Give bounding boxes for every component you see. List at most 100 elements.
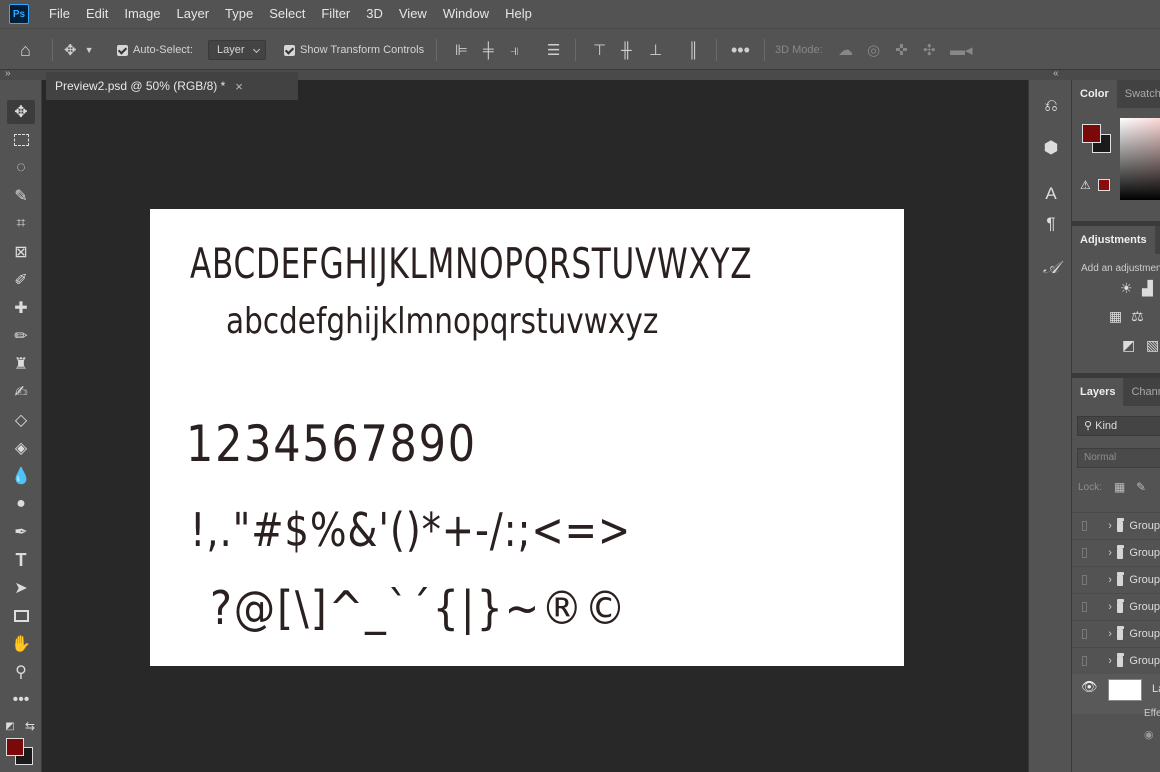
- layer-row[interactable]: › Group: [1072, 539, 1160, 566]
- menu-filter[interactable]: Filter: [313, 0, 358, 28]
- blur-tool-icon[interactable]: 💧: [7, 464, 35, 488]
- color-balance-icon[interactable]: ⚖: [1131, 308, 1144, 325]
- align-top-icon[interactable]: ⊤: [593, 29, 606, 71]
- dodge-tool-icon[interactable]: ●: [7, 492, 35, 516]
- 3d-roll-icon[interactable]: ◎: [867, 29, 880, 71]
- brightness-contrast-icon[interactable]: ☀: [1120, 280, 1133, 297]
- rectangle-tool-icon[interactable]: [7, 604, 35, 628]
- menu-view[interactable]: View: [391, 0, 435, 28]
- chevron-right-icon[interactable]: ›: [1108, 547, 1112, 559]
- chevron-right-icon[interactable]: ›: [1108, 628, 1112, 640]
- visibility-toggle[interactable]: [1082, 521, 1088, 531]
- distribute-vertical-icon[interactable]: ║: [688, 29, 699, 71]
- paragraph-panel-icon[interactable]: ¶: [1037, 210, 1065, 238]
- auto-select-checkbox[interactable]: Auto-Select:: [117, 29, 193, 71]
- lock-image-pixels-icon[interactable]: ✎: [1136, 480, 1146, 494]
- distribute-horizontal-icon[interactable]: ☰: [547, 29, 560, 71]
- layer-row[interactable]: › Group: [1072, 620, 1160, 647]
- menu-image[interactable]: Image: [116, 0, 168, 28]
- zoom-tool-icon[interactable]: ⚲: [7, 660, 35, 684]
- foreground-color-swatch[interactable]: [6, 738, 24, 756]
- visibility-toggle[interactable]: [1082, 629, 1088, 639]
- layer-filter-kind-dropdown[interactable]: ⚲ Kind: [1077, 416, 1160, 436]
- levels-icon[interactable]: ▟: [1142, 280, 1153, 297]
- lock-transparent-pixels-icon[interactable]: ▦: [1114, 480, 1125, 494]
- gamut-correction-swatch[interactable]: [1098, 179, 1110, 191]
- foreground-color-chip[interactable]: [1082, 124, 1101, 143]
- visibility-toggle[interactable]: [1082, 602, 1088, 612]
- align-bottom-icon[interactable]: ⊥: [649, 29, 662, 71]
- eye-icon[interactable]: 👁: [1081, 679, 1098, 695]
- eraser-tool-icon[interactable]: ◇: [7, 408, 35, 432]
- move-tool-icon[interactable]: ✥: [7, 100, 35, 124]
- paint-bucket-tool-icon[interactable]: ◈: [7, 436, 35, 460]
- 3d-orbit-icon[interactable]: ☁: [838, 29, 853, 71]
- marquee-tool-icon[interactable]: [7, 128, 35, 152]
- layer-effects-label[interactable]: Effects: [1144, 708, 1160, 719]
- healing-brush-tool-icon[interactable]: ✚: [7, 296, 35, 320]
- tab-color[interactable]: Color: [1072, 80, 1117, 108]
- 3d-scale-icon[interactable]: ▬◂: [950, 29, 973, 71]
- chevron-right-icon[interactable]: ›: [1108, 520, 1112, 532]
- character-panel-icon[interactable]: A: [1037, 180, 1065, 208]
- 3d-slide-icon[interactable]: ✣: [923, 29, 936, 71]
- expand-left-icon[interactable]: »: [5, 68, 11, 79]
- edit-toolbar-icon[interactable]: •••: [7, 688, 35, 712]
- document-canvas[interactable]: ABCDEFGHIJKLMNOPQRSTUVWXYZ abcdefghijklm…: [150, 209, 904, 666]
- default-colors-icon[interactable]: ◩: [2, 714, 18, 738]
- auto-select-target-dropdown[interactable]: Layer: [208, 40, 266, 60]
- more-options-icon[interactable]: •••: [731, 29, 750, 71]
- collapse-right-icon[interactable]: «: [1053, 68, 1059, 79]
- menu-select[interactable]: Select: [261, 0, 313, 28]
- tab-layers[interactable]: Layers: [1072, 378, 1124, 406]
- layer-row[interactable]: › Group: [1072, 647, 1160, 674]
- lasso-tool-icon[interactable]: ◌: [7, 156, 35, 180]
- color-picker-field[interactable]: [1120, 118, 1160, 200]
- layer-row[interactable]: › Group: [1072, 566, 1160, 593]
- quick-select-tool-icon[interactable]: ✎: [7, 184, 35, 208]
- crop-tool-icon[interactable]: ⌗: [7, 212, 35, 236]
- brush-tool-icon[interactable]: ✏: [7, 324, 35, 348]
- blend-mode-dropdown[interactable]: Normal: [1077, 448, 1160, 468]
- document-tab[interactable]: Preview2.psd @ 50% (RGB/8) * ×: [46, 72, 298, 100]
- align-right-icon[interactable]: ⫣: [510, 29, 519, 71]
- align-middle-icon[interactable]: ╫: [621, 29, 632, 71]
- menu-help[interactable]: Help: [497, 0, 540, 28]
- chevron-right-icon[interactable]: ›: [1108, 574, 1112, 586]
- tab-channels[interactable]: Channels: [1123, 378, 1160, 406]
- hue-saturation-icon[interactable]: ▦: [1109, 308, 1122, 325]
- menu-type[interactable]: Type: [217, 0, 261, 28]
- 3d-pan-icon[interactable]: ✜: [895, 29, 908, 71]
- eyedropper-tool-icon[interactable]: ✐: [7, 268, 35, 292]
- menu-layer[interactable]: Layer: [169, 0, 218, 28]
- visibility-toggle[interactable]: [1082, 548, 1088, 558]
- close-tab-icon[interactable]: ×: [235, 79, 243, 94]
- align-center-icon[interactable]: ╪: [483, 29, 494, 71]
- glyphs-panel-icon[interactable]: 𝒜: [1037, 254, 1065, 282]
- show-transform-controls-checkbox[interactable]: Show Transform Controls: [284, 29, 424, 71]
- chevron-right-icon[interactable]: ›: [1108, 655, 1112, 667]
- clone-stamp-tool-icon[interactable]: ♜: [7, 352, 35, 376]
- visibility-toggle[interactable]: [1082, 656, 1088, 666]
- move-tool-preset-icon[interactable]: ✥ ▼: [64, 29, 94, 71]
- gradient-map-icon[interactable]: ▧: [1146, 337, 1159, 354]
- menu-3d[interactable]: 3D: [358, 0, 391, 28]
- layer-row[interactable]: › Group: [1072, 512, 1160, 539]
- layer-row[interactable]: › Group: [1072, 593, 1160, 620]
- canvas-area[interactable]: ABCDEFGHIJKLMNOPQRSTUVWXYZ abcdefghijklm…: [43, 100, 1028, 772]
- 3d-panel-icon[interactable]: ⬢: [1037, 134, 1065, 162]
- type-tool-icon[interactable]: T: [7, 548, 35, 572]
- effects-eye-icon[interactable]: ◉: [1144, 728, 1154, 741]
- pen-tool-icon[interactable]: ✒: [7, 520, 35, 544]
- visibility-toggle[interactable]: [1082, 575, 1088, 585]
- swap-colors-icon[interactable]: ⇆: [22, 714, 38, 738]
- invert-icon[interactable]: ◩: [1122, 337, 1135, 354]
- hand-tool-icon[interactable]: ✋: [7, 632, 35, 656]
- tab-swatches[interactable]: Swatches: [1117, 80, 1160, 108]
- path-selection-tool-icon[interactable]: ➤: [7, 576, 35, 600]
- chevron-right-icon[interactable]: ›: [1108, 601, 1112, 613]
- history-brush-tool-icon[interactable]: ✍: [7, 380, 35, 404]
- history-panel-icon[interactable]: ⎌: [1037, 92, 1065, 120]
- home-icon[interactable]: ⌂: [20, 29, 31, 71]
- menu-edit[interactable]: Edit: [78, 0, 116, 28]
